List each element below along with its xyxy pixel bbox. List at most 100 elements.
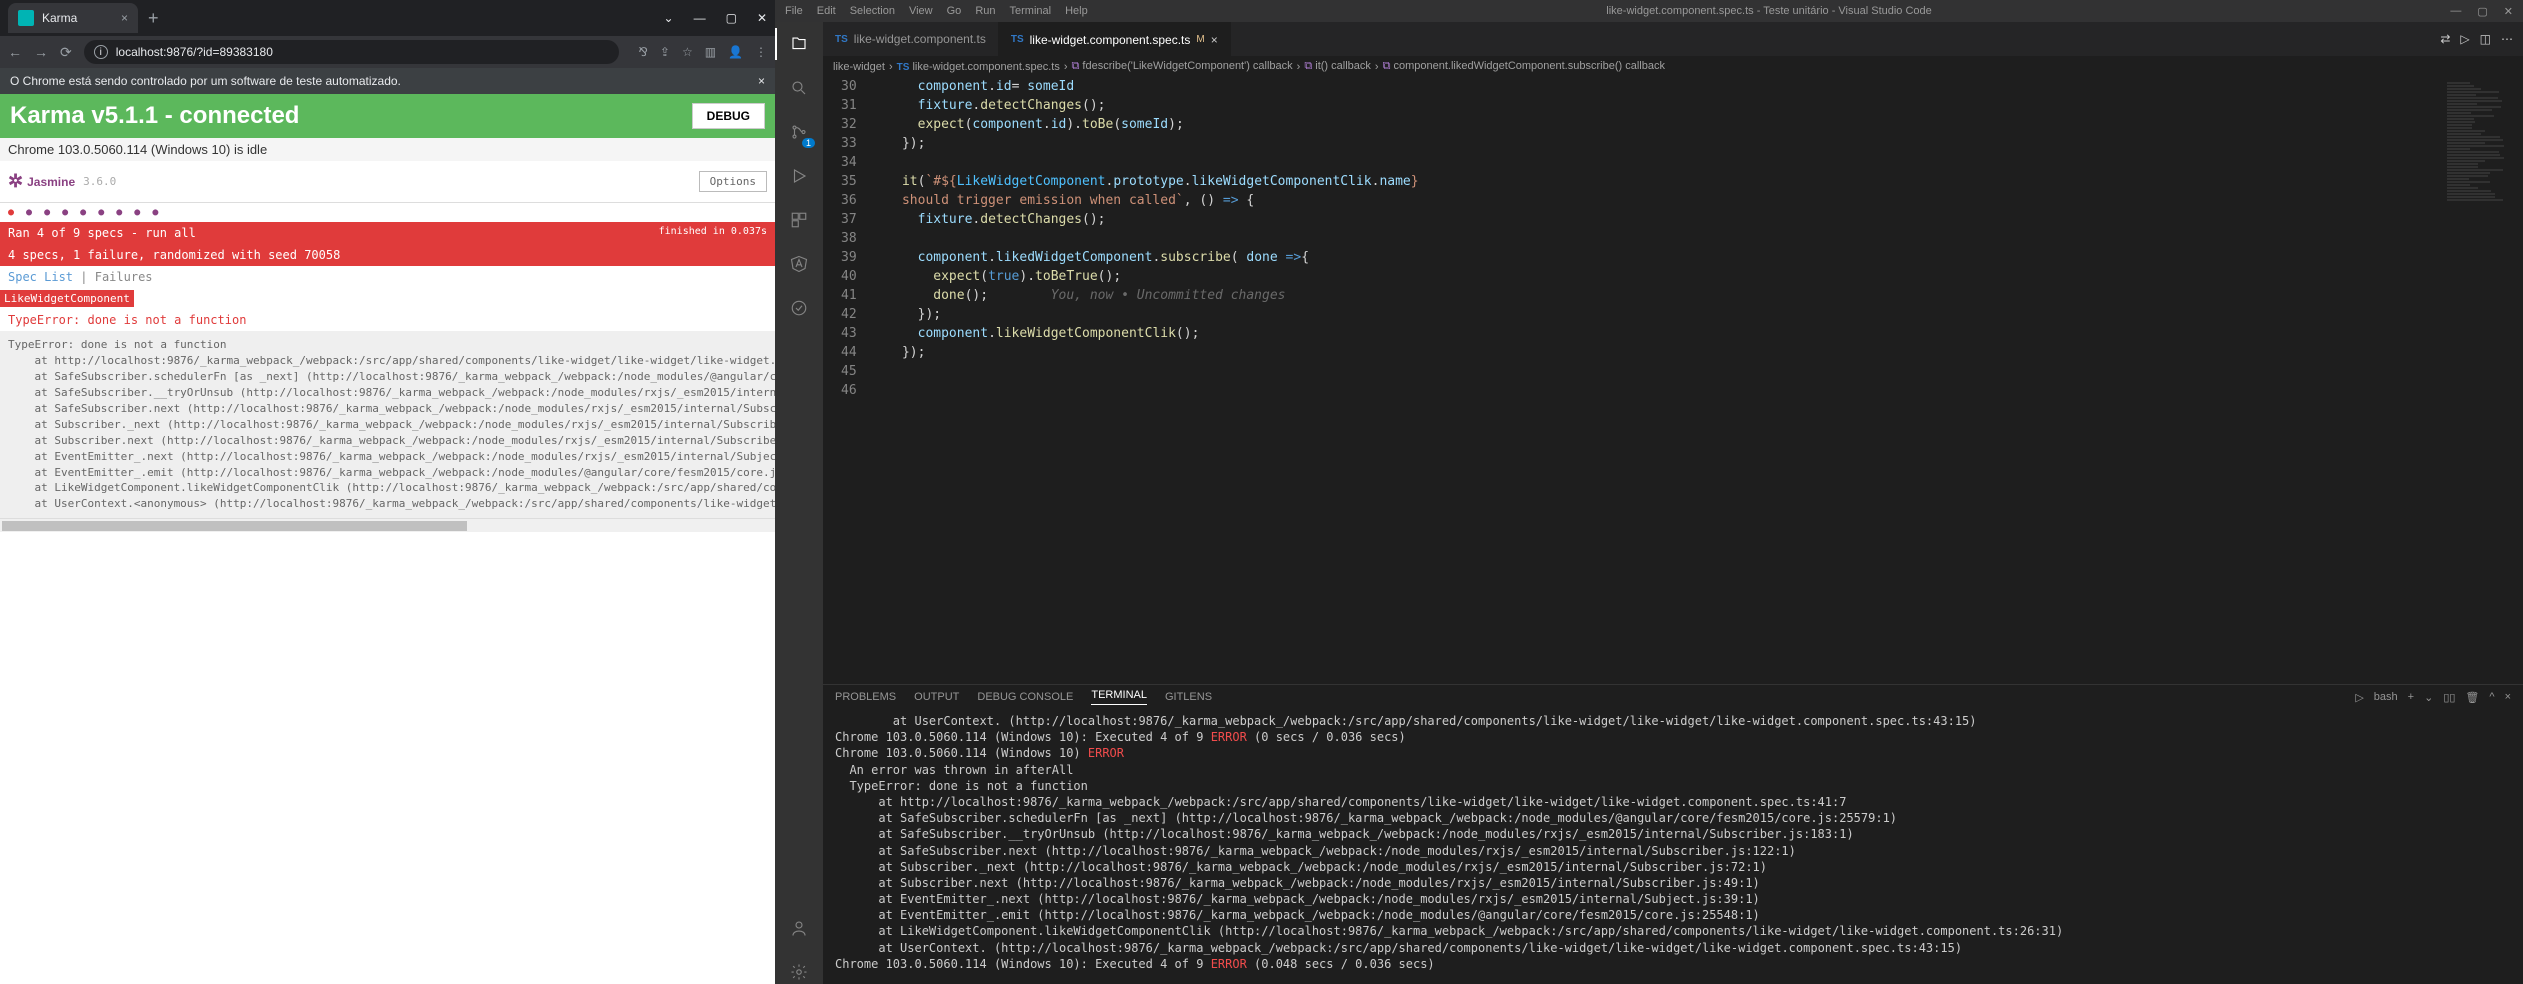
chevron-down-icon[interactable]: ⌄ [664, 11, 674, 25]
run-debug-icon[interactable] [787, 164, 811, 188]
browser-tab[interactable]: Karma × [8, 3, 138, 33]
angular-icon[interactable] [787, 252, 811, 276]
search-icon[interactable] [787, 76, 811, 100]
failures-label: Failures [95, 270, 153, 284]
code-editor[interactable]: 3031323334353637383940414243444546 compo… [823, 77, 2443, 684]
back-icon[interactable]: ← [8, 44, 22, 60]
vscode-window: File Edit Selection View Go Run Terminal Help l… [775, 0, 2523, 984]
split-terminal-icon[interactable]: ▯▯ [2443, 691, 2455, 704]
jasmine-header: ✲Jasmine 3.6.0 Options [0, 161, 775, 203]
panel-tab-debug console[interactable]: DEBUG CONSOLE [977, 691, 1073, 703]
spec-dots: ● ● ● ● ● ● ● ● ● [0, 203, 775, 222]
code-content[interactable]: component.id= someId fixture.detectChang… [871, 77, 2443, 684]
compare-icon[interactable]: ⇄ [2440, 32, 2450, 46]
window-title: like-widget.component.spec.ts - Teste un… [1606, 5, 1932, 17]
minimize-icon[interactable]: ― [2450, 5, 2461, 18]
menu-run[interactable]: Run [975, 5, 995, 17]
source-control-icon[interactable]: 1 [787, 120, 811, 144]
panel-tabs: PROBLEMS OUTPUT DEBUG CONSOLE TERMINAL GITLE… [823, 685, 2523, 709]
extensions-icon[interactable] [787, 208, 811, 232]
menu-terminal[interactable]: Terminal [1010, 5, 1052, 17]
karma-status: Chrome 103.0.5060.114 (Windows 10) is id… [0, 138, 775, 161]
editor-tab[interactable]: TSlike-widget.component.spec.tsM× [999, 22, 1231, 56]
more-icon[interactable]: ⋯ [2501, 32, 2513, 46]
menu-icon[interactable]: ⋮ [755, 45, 767, 59]
jasmine-logo: ✲Jasmine [8, 171, 75, 192]
modified-badge: M [1196, 34, 1204, 45]
site-info-icon[interactable]: i [94, 45, 108, 59]
ts-icon: TS [1011, 34, 1024, 45]
menu-edit[interactable]: Edit [817, 5, 836, 17]
chrome-window: Karma × + ⌄ ― ▢ ✕ ← → ⟳ i localhost:9876… [0, 0, 775, 984]
terminal-launch-icon[interactable]: ▷ [2355, 691, 2363, 704]
live-share-icon[interactable] [787, 296, 811, 320]
spec-list-link[interactable]: Spec List [8, 270, 73, 284]
profile-icon[interactable]: 👤 [728, 45, 743, 59]
breadcrumb-item[interactable]: like-widget [833, 61, 885, 73]
horizontal-scrollbar[interactable] [0, 518, 775, 532]
url-input[interactable]: i localhost:9876/?id=89383180 [84, 40, 619, 64]
tab-title: Karma [42, 11, 77, 25]
line-gutter: 3031323334353637383940414243444546 [823, 77, 871, 684]
menu-file[interactable]: File [785, 5, 803, 17]
reload-icon[interactable]: ⟳ [60, 44, 72, 61]
close-icon[interactable]: ✕ [2504, 5, 2513, 18]
menu-go[interactable]: Go [947, 5, 962, 17]
favicon [18, 10, 34, 26]
breadcrumb-item[interactable]: ⧉ fdescribe('LikeWidgetComponent') callb… [1072, 60, 1293, 73]
ts-icon: TS [835, 34, 848, 45]
minimap[interactable] [2443, 77, 2523, 684]
panel-tab-terminal[interactable]: TERMINAL [1091, 689, 1147, 705]
maximize-panel-icon[interactable]: ^ [2489, 691, 2494, 703]
options-button[interactable]: Options [699, 171, 767, 192]
chrome-tabbar: Karma × + ⌄ ― ▢ ✕ [0, 0, 775, 36]
close-panel-icon[interactable]: × [2505, 691, 2511, 703]
menu-selection[interactable]: Selection [850, 5, 895, 17]
menu-bar: File Edit Selection View Go Run Terminal Help [775, 5, 1098, 17]
shell-label[interactable]: bash [2374, 691, 2398, 703]
maximize-icon[interactable]: ▢ [2477, 5, 2487, 18]
jasmine-version: 3.6.0 [83, 175, 116, 188]
run-time: finished in 0.037s [659, 226, 767, 240]
close-notice-icon[interactable]: × [758, 74, 765, 88]
explorer-icon[interactable] [787, 32, 811, 56]
run-icon[interactable]: ▷ [2460, 32, 2469, 46]
menu-help[interactable]: Help [1065, 5, 1088, 17]
panel-tab-problems[interactable]: PROBLEMS [835, 691, 896, 703]
breadcrumb[interactable]: like-widget›TS like-widget.component.spe… [823, 56, 2523, 77]
translate-icon[interactable]: ⅋ [639, 45, 648, 59]
menu-view[interactable]: View [909, 5, 933, 17]
editor-tab[interactable]: TSlike-widget.component.ts [823, 22, 999, 56]
maximize-icon[interactable]: ▢ [726, 11, 737, 25]
new-tab-button[interactable]: + [148, 8, 159, 29]
terminal-dropdown-icon[interactable]: ⌄ [2424, 691, 2433, 704]
close-tab-icon[interactable]: × [121, 11, 128, 25]
gear-icon[interactable] [787, 960, 811, 984]
breadcrumb-item[interactable]: ⧉ component.likedWidgetComponent.subscri… [1383, 60, 1665, 73]
kill-terminal-icon[interactable]: 🗑 [2465, 691, 2479, 704]
flower-icon: ✲ [8, 171, 23, 192]
run-summary[interactable]: Ran 4 of 9 specs - run all [8, 226, 196, 240]
minimize-icon[interactable]: ― [694, 11, 706, 25]
debug-button[interactable]: DEBUG [692, 103, 765, 129]
panel-tab-output[interactable]: OUTPUT [914, 691, 959, 703]
error-title: TypeError: done is not a function [0, 309, 775, 331]
breadcrumb-item[interactable]: ⧉ it() callback [1304, 60, 1371, 73]
terminal-output[interactable]: at UserContext. (http://localhost:9876/_… [823, 709, 2523, 984]
split-icon[interactable]: ◫ [2480, 32, 2491, 46]
new-terminal-icon[interactable]: + [2408, 691, 2414, 703]
side-panel-icon[interactable]: ▥ [705, 45, 716, 59]
forward-icon[interactable]: → [34, 44, 48, 60]
suite-name-badge[interactable]: LikeWidgetComponent [0, 290, 134, 307]
close-icon[interactable]: ✕ [757, 11, 767, 25]
close-tab-icon[interactable]: × [1211, 33, 1218, 47]
url-text: localhost:9876/?id=89383180 [116, 45, 273, 59]
share-icon[interactable]: ⇪ [660, 45, 670, 59]
account-icon[interactable] [787, 916, 811, 940]
karma-title: Karma v5.1.1 - connected [10, 102, 299, 130]
panel-tab-gitlens[interactable]: GITLENS [1165, 691, 1212, 703]
titlebar: File Edit Selection View Go Run Terminal Help l… [775, 0, 2523, 22]
star-icon[interactable]: ☆ [682, 45, 693, 59]
automation-notice: O Chrome está sendo controlado por um so… [0, 68, 775, 94]
breadcrumb-item[interactable]: TS like-widget.component.spec.ts [897, 61, 1060, 73]
